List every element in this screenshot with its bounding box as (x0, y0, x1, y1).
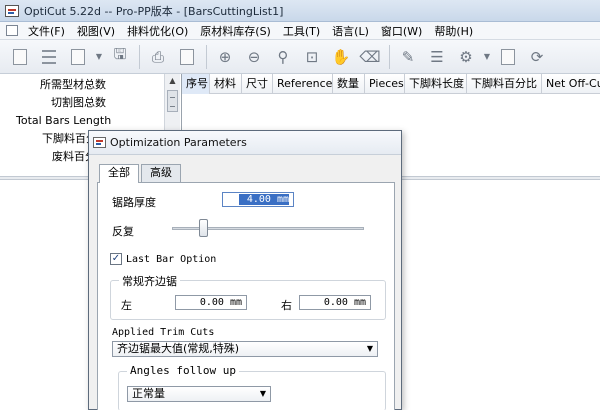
menu-optimize[interactable]: 排料优化(O) (121, 23, 194, 39)
toolbar-separator (206, 44, 207, 69)
scroll-thumb[interactable] (167, 90, 178, 112)
grid-header: 序号 材料 尺寸 Reference 数量 Pieces 下脚料长度 下脚料百分… (182, 74, 600, 94)
col-net-offcuts[interactable]: Net Off-Cuts (542, 74, 600, 94)
dialog-app-icon (93, 137, 106, 148)
right-trim-input[interactable]: 0.00 mm (299, 295, 371, 310)
right-trim-label: 右 (281, 299, 292, 312)
left-trim-label: 左 (121, 299, 132, 312)
optimize-icon[interactable]: ⟳ (525, 45, 549, 69)
angles-select[interactable]: 正常量 ▼ (127, 386, 271, 402)
app-icon (5, 4, 19, 17)
list-edit-icon[interactable]: ☰ (425, 45, 449, 69)
kerf-label: 锯路厚度 (112, 196, 156, 209)
col-size[interactable]: 尺寸 (242, 74, 273, 94)
summary-total-profiles: 所需型材总数 (40, 78, 106, 91)
settings-icon[interactable]: ⚙ (454, 45, 478, 69)
trim-group-title: 常规齐边锯 (119, 273, 180, 289)
menu-bar: 文件(F) 视图(V) 排料优化(O) 原材料库存(S) 工具(T) 语言(L)… (0, 22, 600, 40)
left-trim-input[interactable]: 0.00 mm (175, 295, 247, 310)
col-pieces[interactable]: Pieces (365, 74, 405, 94)
eraser-icon[interactable]: ⌫ (358, 45, 382, 69)
dialog-title-bar[interactable]: Optimization Parameters (89, 131, 401, 155)
col-reference[interactable]: Reference (273, 74, 333, 94)
open-icon[interactable] (66, 45, 90, 69)
repeat-label: 反复 (112, 225, 134, 238)
title-bar: OptiCut 5.22d -- Pro-PP版本 - [BarsCutting… (0, 0, 600, 22)
menu-view[interactable]: 视图(V) (71, 23, 121, 39)
chevron-down-icon: ▼ (366, 344, 373, 353)
repeat-slider-thumb[interactable] (199, 219, 209, 237)
toolbar-separator (389, 44, 390, 69)
angles-value: 正常量 (132, 387, 165, 400)
summary-total-diagrams: 切割图总数 (51, 96, 106, 109)
edit-icon[interactable]: ✎ (396, 45, 420, 69)
toolbar-separator (139, 44, 140, 69)
col-number[interactable]: 序号 (182, 74, 210, 94)
save-icon[interactable]: 🖫 (108, 45, 132, 69)
document-window-icon[interactable] (6, 25, 18, 36)
chevron-down-icon[interactable]: ▼ (483, 45, 491, 69)
col-offcut-percent[interactable]: 下脚料百分比 (467, 74, 542, 94)
menu-language[interactable]: 语言(L) (326, 23, 375, 39)
angles-group-title: Angles follow up (127, 364, 239, 377)
scroll-up-icon[interactable]: ▲ (165, 74, 180, 88)
angles-group: Angles follow up 正常量 ▼ (118, 364, 386, 410)
menu-help[interactable]: 帮助(H) (428, 23, 479, 39)
col-material[interactable]: 材料 (210, 74, 242, 94)
print-preview-icon[interactable] (175, 45, 199, 69)
col-offcut-length[interactable]: 下脚料长度 (405, 74, 467, 94)
menu-stock[interactable]: 原材料库存(S) (194, 23, 277, 39)
optimization-dialog: Optimization Parameters 全部 高级 锯路厚度 4.00 … (88, 130, 402, 410)
document-icon[interactable] (496, 45, 520, 69)
chevron-down-icon: ▼ (259, 389, 266, 398)
window-title: OptiCut 5.22d -- Pro-PP版本 - [BarsCutting… (24, 4, 284, 18)
zoom-in-icon[interactable]: ⊕ (213, 45, 237, 69)
dialog-tabs: 全部 高级 (99, 164, 183, 183)
zoom-icon[interactable]: ⚲ (271, 45, 295, 69)
chevron-down-icon[interactable]: ▼ (95, 45, 103, 69)
pan-hand-icon[interactable]: ✋ (329, 45, 353, 69)
kerf-value: 4.00 mm (238, 194, 289, 205)
general-tab-panel: 锯路厚度 4.00 mm 反复 ✓ Last Bar Option 常规齐边锯 … (97, 182, 395, 410)
new-doc-icon[interactable] (8, 45, 32, 69)
print-icon[interactable]: ⎙ (146, 45, 170, 69)
zoom-out-icon[interactable]: ⊖ (242, 45, 266, 69)
summary-total-bars-length: Total Bars Length (16, 114, 112, 127)
last-bar-checkbox[interactable]: ✓ (110, 253, 122, 265)
dialog-title: Optimization Parameters (110, 136, 247, 149)
kerf-input[interactable]: 4.00 mm (222, 192, 294, 207)
applied-trim-label: Applied Trim Cuts (112, 327, 215, 338)
trim-cuts-group: 常规齐边锯 左 0.00 mm 右 0.00 mm (110, 273, 386, 320)
toolbar: ▼ 🖫 ⎙ ⊕ ⊖ ⚲ ⊡ ✋ ⌫ ✎ ☰ ⚙ ▼ ⟳ (0, 40, 600, 74)
menu-tools[interactable]: 工具(T) (277, 23, 326, 39)
tab-advanced[interactable]: 高级 (141, 164, 181, 182)
zoom-fit-icon[interactable]: ⊡ (300, 45, 324, 69)
menu-file[interactable]: 文件(F) (22, 23, 71, 39)
last-bar-label: Last Bar Option (126, 254, 217, 265)
applied-trim-value: 齐边锯最大值(常规,特殊) (117, 342, 240, 355)
tab-general[interactable]: 全部 (99, 164, 139, 183)
col-quantity[interactable]: 数量 (333, 74, 365, 94)
menu-window[interactable]: 窗口(W) (375, 23, 428, 39)
list-icon[interactable] (37, 45, 61, 69)
applied-trim-select[interactable]: 齐边锯最大值(常规,特殊) ▼ (112, 341, 378, 357)
